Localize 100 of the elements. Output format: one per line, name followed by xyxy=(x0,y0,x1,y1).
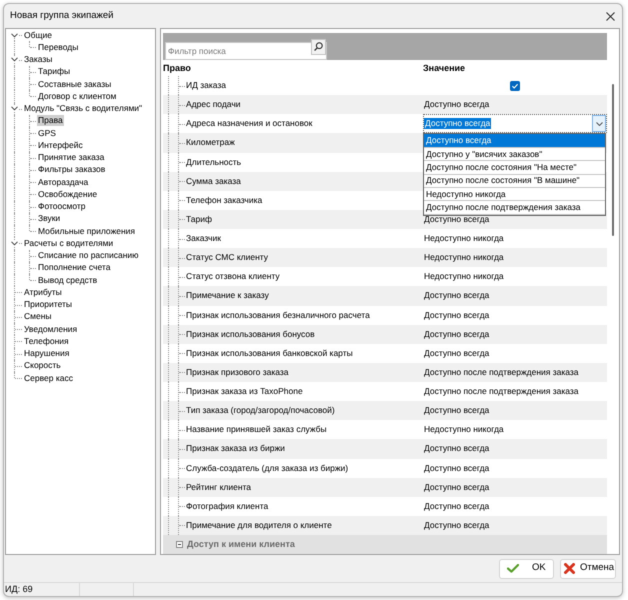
permission-value: Доступно всегда xyxy=(423,348,490,359)
minus-box-icon[interactable] xyxy=(176,540,183,548)
dropdown-option[interactable]: Доступно у "висячих заказов" xyxy=(424,148,605,162)
chevron-down-icon[interactable] xyxy=(11,32,18,38)
permission-value: Недоступно никогда xyxy=(423,233,504,244)
permission-name: Признак заказа из биржи xyxy=(186,443,286,454)
permission-value: Доступно всегда xyxy=(423,462,490,474)
tree-item[interactable]: Уведомления xyxy=(23,324,78,335)
chevron-down-icon[interactable] xyxy=(11,57,18,62)
permission-name: Примечание к заказу xyxy=(186,290,270,302)
permission-name: Адрес подачи xyxy=(186,99,242,110)
table-row[interactable]: Рейтинг клиента Доступно всегда xyxy=(163,478,607,497)
cancel-button[interactable]: Отмена xyxy=(560,558,616,578)
dropdown-option[interactable]: Доступно всегда xyxy=(424,134,605,148)
permission-name: Фотография клиента xyxy=(186,500,270,512)
tree-item[interactable]: Списание по расписанию xyxy=(37,250,140,262)
chevron-down-icon[interactable] xyxy=(11,106,18,111)
scrollbar-thumb[interactable] xyxy=(612,84,614,236)
permission-value: Доступно всегда xyxy=(423,328,490,340)
dropdown-option[interactable]: Недоступно никогда xyxy=(424,188,605,202)
tree-item[interactable]: Составные заказы xyxy=(37,78,112,90)
tree-item[interactable]: Приоритеты xyxy=(23,299,74,310)
permission-name: Тариф xyxy=(186,214,214,225)
permission-name: Заказчик xyxy=(186,233,222,244)
dropdown-button[interactable] xyxy=(592,115,606,132)
tree-item[interactable]: Расчеты с водителями xyxy=(23,238,114,249)
tree-item[interactable]: Скорость xyxy=(23,360,62,372)
tree-item[interactable]: Модуль "Связь с водителями" xyxy=(23,103,144,114)
tree-item[interactable]: Пополнение счета xyxy=(37,262,112,274)
checkbox[interactable] xyxy=(510,80,520,91)
permission-name: Тип заказа (город/загород/почасовой) xyxy=(186,405,336,416)
permission-value: Доступно всегда xyxy=(423,214,490,225)
dropdown-option[interactable]: Доступно после подтверждения заказа xyxy=(424,201,605,215)
tree-item[interactable]: Вывод средств xyxy=(37,274,98,286)
table-row[interactable]: Признак использования бонусов Доступно всегда xyxy=(163,324,607,344)
permission-name: Признак использования банковской карты xyxy=(186,348,354,359)
tree-item[interactable]: Заказы xyxy=(23,54,54,66)
permission-value: Недоступно никогда xyxy=(423,424,504,436)
table-row[interactable]: Примечание к заказу Доступно всегда xyxy=(163,286,607,306)
tree-item[interactable]: Фотоосмотр xyxy=(37,201,87,212)
tree-item[interactable]: Интерфейс xyxy=(37,140,84,151)
permission-name: Длительность xyxy=(186,156,242,168)
dropdown-option[interactable]: Доступно после состояния "В машине" xyxy=(424,174,605,188)
tree-item[interactable]: Права xyxy=(37,115,64,126)
dropdown-option[interactable]: Доступно после состояния "На месте" xyxy=(424,161,605,175)
table-row[interactable]: Признак использования безналичного расчета Доступно всегда xyxy=(163,306,607,325)
tree-item[interactable]: Нарушения xyxy=(23,348,70,360)
permission-name: Название принявшей заказ службы xyxy=(186,424,328,436)
column-header[interactable]: Значение xyxy=(423,62,466,74)
group-title: Доступ к имени клиента xyxy=(187,538,295,550)
table-row[interactable]: Название принявшей заказ службы Недоступно никогда xyxy=(163,420,607,440)
permission-value: Доступно всегда xyxy=(423,99,490,110)
tree-item[interactable]: Договор с клиентом xyxy=(37,90,118,102)
tree-item[interactable]: GPS xyxy=(37,128,57,139)
table-row[interactable]: Признак заказа из биржи Доступно всегда xyxy=(163,439,607,458)
permission-value: Доступно всегда xyxy=(423,405,490,416)
permission-name: Служба-создатель (для заказа из биржи) xyxy=(186,462,350,474)
chevron-down-icon[interactable] xyxy=(11,240,18,246)
tree-item[interactable]: Смены xyxy=(23,311,53,322)
table-row[interactable]: Служба-создатель (для заказа из биржи) Доступно всегда xyxy=(163,458,607,478)
permission-value: Доступно всегда xyxy=(423,310,490,321)
tree-item[interactable]: Телефония xyxy=(23,336,70,347)
window-title: Новая группа экипажей xyxy=(10,10,114,22)
permission-name: Сумма заказа xyxy=(186,176,242,187)
column-header[interactable]: Право xyxy=(163,62,423,74)
cross-icon xyxy=(564,563,575,574)
permission-value: Недоступно никогда xyxy=(423,271,504,282)
dropdown[interactable]: Доступно всегда xyxy=(423,114,607,134)
tree-item[interactable]: Тарифы xyxy=(37,66,72,78)
permission-value: Доступно всегда xyxy=(423,500,490,512)
table-row[interactable]: Адрес подачи Доступно всегда xyxy=(163,95,607,114)
tree-item[interactable]: Мобильные приложения xyxy=(37,226,136,237)
tree-item[interactable]: Фильтры заказов xyxy=(37,164,106,176)
table-row[interactable]: Признак призового заказа Доступно после подтверждения заказа xyxy=(163,362,607,382)
permission-name: Адреса назначения и остановок xyxy=(186,118,314,130)
table-row[interactable]: Примечание для водителя о клиенте Доступно всегда xyxy=(163,516,607,535)
table-row[interactable]: Тип заказа (город/загород/почасовой) Доступно всегда xyxy=(163,401,607,420)
tree-item[interactable]: Общие xyxy=(23,30,53,41)
ok-button[interactable]: OK xyxy=(499,558,554,578)
search-icon xyxy=(314,42,323,51)
tree-item[interactable]: Звуки xyxy=(37,213,62,224)
tree-item[interactable]: Атрибуты xyxy=(23,286,63,298)
search-button[interactable] xyxy=(311,38,326,54)
table-row[interactable]: Статус отзвона клиенту Недоступно никогда xyxy=(163,267,607,286)
permission-value: Недоступно никогда xyxy=(423,252,504,264)
tree-item[interactable]: Автораздача xyxy=(37,176,90,188)
permission-name: Признак использования бонусов xyxy=(186,328,316,340)
search-field[interactable]: Фильтр поиска xyxy=(165,42,327,60)
permission-name: Телефон заказчика xyxy=(186,194,264,206)
permission-name: Признак использования безналичного расчета xyxy=(186,310,371,321)
tree-item[interactable]: Сервер касс xyxy=(23,372,74,384)
permission-name: Статус отзвона клиенту xyxy=(186,271,281,282)
tree-item[interactable]: Переводы xyxy=(37,42,80,53)
permission-value: Доступно всегда xyxy=(423,443,490,454)
chevron-down-icon xyxy=(596,122,602,126)
tree-item[interactable]: Принятие заказа xyxy=(37,152,106,164)
permission-name: ИД заказа xyxy=(186,80,228,92)
table-row[interactable]: Статус СМС клиенту Недоступно никогда xyxy=(163,248,607,268)
tree-item[interactable]: Освобождение xyxy=(37,188,98,200)
permission-name: Примечание для водителя о клиенте xyxy=(186,520,333,531)
